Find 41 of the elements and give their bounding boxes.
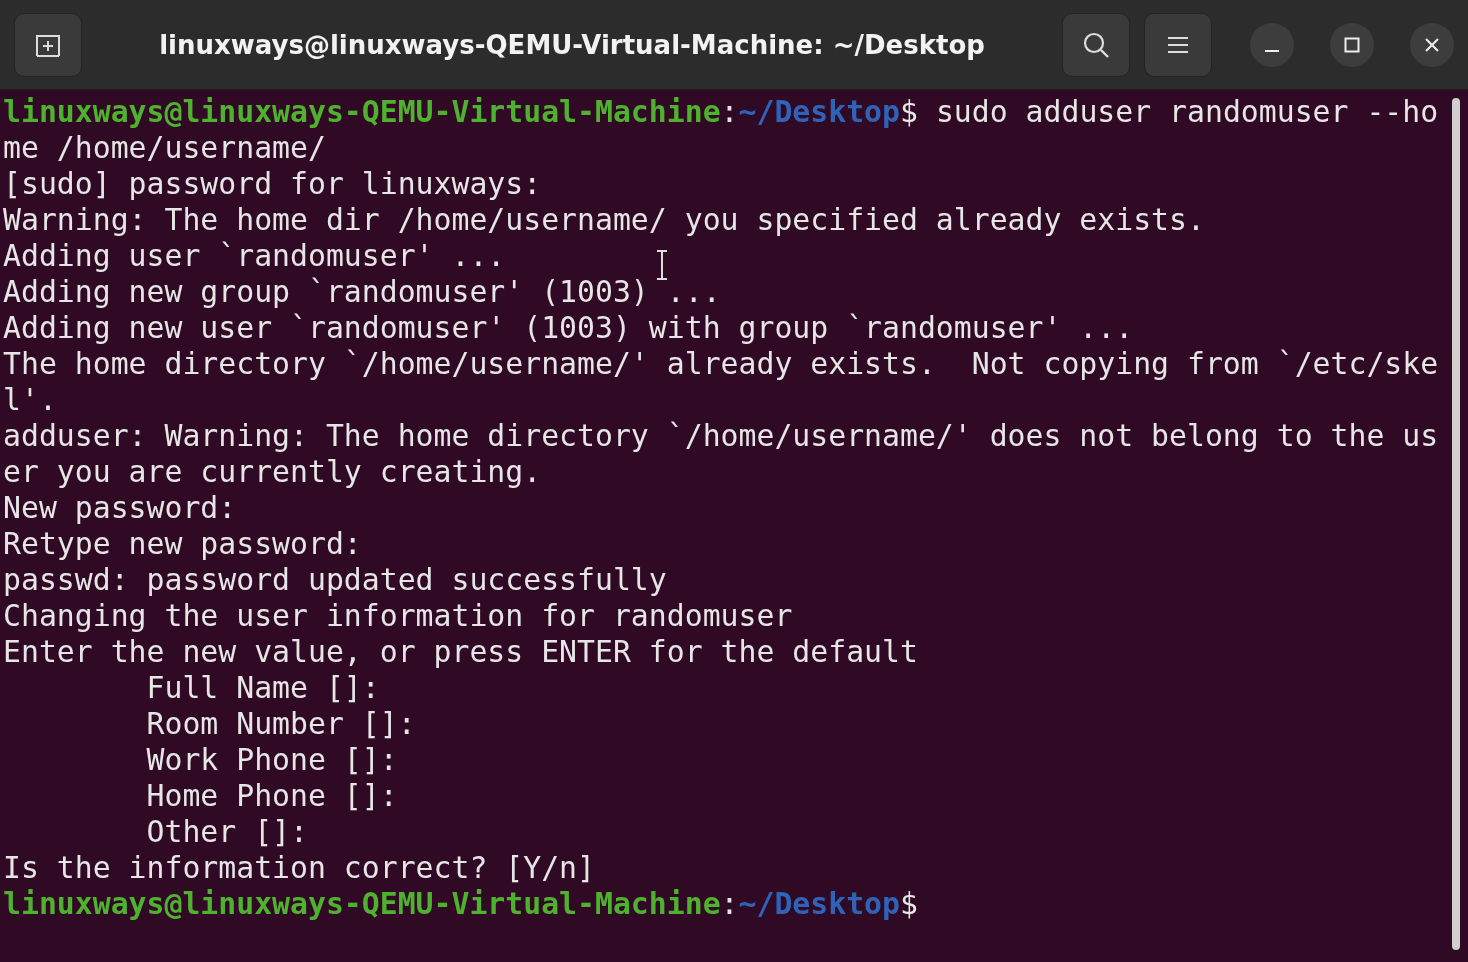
prompt-text: : (720, 94, 739, 129)
output-line: Changing the user information for randomuser (3, 598, 793, 633)
prompt-text: $ (900, 886, 918, 921)
prompt-text: : (720, 886, 739, 921)
output-line: l'. (3, 382, 57, 417)
output-line: er you are currently creating. (3, 454, 542, 489)
menu-icon (1167, 34, 1189, 55)
output-line: Home Phone []: (145, 778, 398, 813)
prompt-user-host: linuxways@linuxways-QEMU-Virtual-Machine (3, 886, 721, 921)
prompt-path: ~/Desktop (738, 94, 900, 129)
search-button[interactable] (1062, 12, 1130, 77)
output-line: Is the information correct? [Y/n] (3, 850, 595, 885)
output-line: New password: (3, 490, 237, 525)
output-line: Adding new user `randomuser' (1003) with group `randomuser' ... (3, 310, 1134, 345)
maximize-icon (1344, 36, 1360, 53)
output-line: Other []: (145, 814, 308, 849)
scrollbar[interactable] (1452, 98, 1460, 950)
close-button[interactable] (1410, 22, 1454, 67)
menu-button[interactable] (1144, 12, 1212, 77)
new-tab-button[interactable] (14, 12, 82, 77)
output-line: [sudo] password for linuxways: (3, 166, 542, 201)
output-line: Full Name []: (145, 670, 380, 705)
maximize-button[interactable] (1330, 22, 1374, 67)
prompt-user-host: linuxways@linuxways-QEMU-Virtual-Machine (3, 94, 721, 129)
close-icon (1424, 36, 1440, 53)
output-line: Retype new password: (3, 526, 362, 561)
prompt-path: ~/Desktop (738, 886, 900, 921)
output-line: Warning: The home dir /home/username/ you specified already exists. (3, 202, 1205, 237)
prompt-text: $ sudo adduser randomuser --ho (900, 94, 1439, 129)
output-line: Enter the new value, or press ENTER for the default (3, 634, 918, 669)
output-line: passwd: password updated successfully (3, 562, 667, 597)
output-line: adduser: Warning: The home directory `/home/username/' does not belong to the us (3, 418, 1439, 453)
output-line: The home directory `/home/username/' already exists. Not copying from `/etc/ske (3, 346, 1439, 381)
minimize-icon (1264, 49, 1280, 52)
text-cursor-icon (655, 250, 669, 280)
output-line: Work Phone []: (145, 742, 398, 777)
output-line: Room Number []: (145, 706, 416, 741)
window-title: linuxways@linuxways-QEMU-Virtual-Machine: ~/Desktop (158, 29, 986, 60)
output-line: Adding user `randomuser' ... (3, 238, 506, 273)
output-line: Adding new group `randomuser' (1003) ... (3, 274, 721, 309)
output-line: me /home/username/ (3, 130, 326, 165)
